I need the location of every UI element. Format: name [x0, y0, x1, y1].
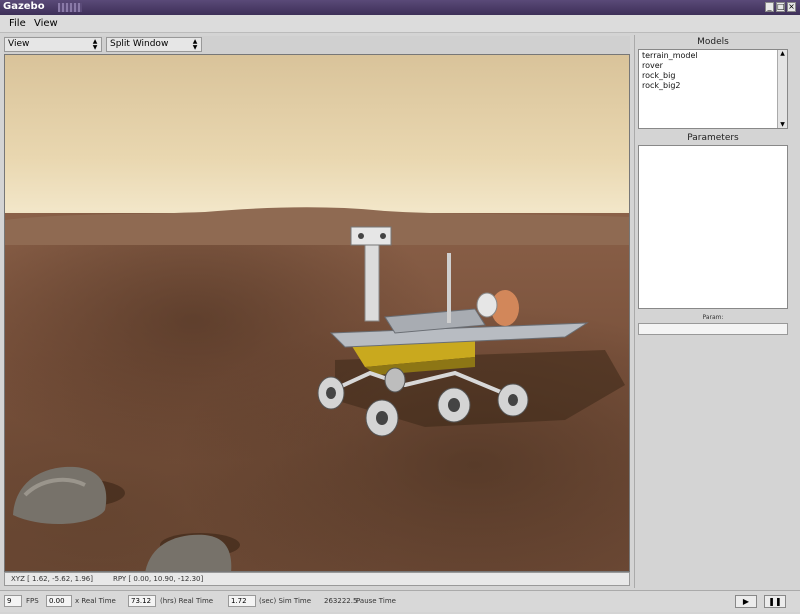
title-decoration	[58, 3, 82, 12]
real-time-field: 73.12	[128, 595, 156, 607]
updown-arrows-icon: ▲ ▼	[92, 38, 98, 51]
split-window-label: Split Window	[110, 39, 169, 49]
model-item-rock-big[interactable]: rock_big	[642, 71, 675, 80]
camera-lens	[380, 233, 386, 239]
wheel-hub	[448, 398, 460, 412]
realtime-ratio-label: x Real Time	[75, 597, 116, 605]
time-status-bar: 9 FPS 0.00 x Real Time 73.12 (hrs) Real …	[0, 590, 800, 612]
models-list[interactable]: terrain_model rover rock_big rock_big2 ▲…	[638, 49, 788, 129]
param-label: Param:	[702, 314, 724, 321]
pose-status-bar: XYZ [ 1.62, -5.62, 1.96] RPY [ 0.00, 10.…	[4, 572, 630, 586]
minimize-button[interactable]: _	[765, 2, 774, 12]
models-scrollbar[interactable]: ▲ ▼	[777, 50, 787, 128]
real-time-label: (hrs) Real Time	[160, 597, 214, 605]
rock-big2	[145, 534, 232, 571]
render-viewport[interactable]	[4, 54, 630, 572]
updown-arrows-icon: ▲ ▼	[192, 38, 198, 51]
wheel-hub	[326, 387, 336, 399]
model-item-terrain[interactable]: terrain_model	[642, 51, 698, 60]
models-header: Models	[697, 37, 729, 47]
camera-lens	[358, 233, 364, 239]
title-bar: Gazebo _ □ ×	[0, 0, 800, 15]
close-button[interactable]: ×	[787, 2, 796, 12]
menu-file[interactable]: File	[9, 18, 26, 29]
fps-field: 9	[4, 595, 22, 607]
menu-bar: File View	[0, 15, 800, 33]
pause-time-field: 263222.5	[324, 597, 358, 605]
parameters-header: Parameters	[687, 133, 739, 143]
xyz-readout: XYZ [ 1.62, -5.62, 1.96]	[11, 575, 93, 583]
play-icon: ▶	[742, 597, 750, 606]
model-item-rover[interactable]: rover	[642, 61, 663, 70]
antenna	[447, 253, 451, 323]
sim-time-field: 1.72	[228, 595, 256, 607]
scroll-down-icon[interactable]: ▼	[778, 121, 787, 128]
view-select-label: View	[8, 39, 30, 49]
maximize-button[interactable]: □	[776, 2, 785, 12]
wheel	[384, 367, 406, 393]
instrument-head	[476, 292, 498, 318]
horizon-hills	[5, 207, 629, 245]
play-button[interactable]: ▶	[735, 595, 757, 608]
camera-mast	[364, 242, 380, 322]
wheel-hub	[376, 411, 388, 425]
scroll-up-icon[interactable]: ▲	[778, 50, 787, 57]
split-window-select[interactable]: Split Window ▲ ▼	[106, 37, 202, 52]
realtime-ratio-field: 0.00	[46, 595, 72, 607]
model-item-rock-big2[interactable]: rock_big2	[642, 81, 681, 90]
window-title: Gazebo	[3, 1, 45, 12]
rpy-readout: RPY [ 0.00, 10.90, -12.30]	[113, 575, 204, 583]
param-input[interactable]	[638, 323, 788, 335]
scene-svg	[5, 207, 629, 571]
sim-time-label: (sec) Sim Time	[259, 597, 312, 605]
pause-time-label: Pause Time	[356, 597, 396, 605]
view-select[interactable]: View ▲ ▼	[4, 37, 102, 52]
fps-label: FPS	[26, 597, 39, 605]
wheel-hub	[508, 394, 518, 406]
pause-icon: ❚❚	[768, 597, 782, 606]
pause-button[interactable]: ❚❚	[764, 595, 786, 608]
parameters-box[interactable]	[638, 145, 788, 309]
menu-view[interactable]: View	[34, 18, 58, 29]
